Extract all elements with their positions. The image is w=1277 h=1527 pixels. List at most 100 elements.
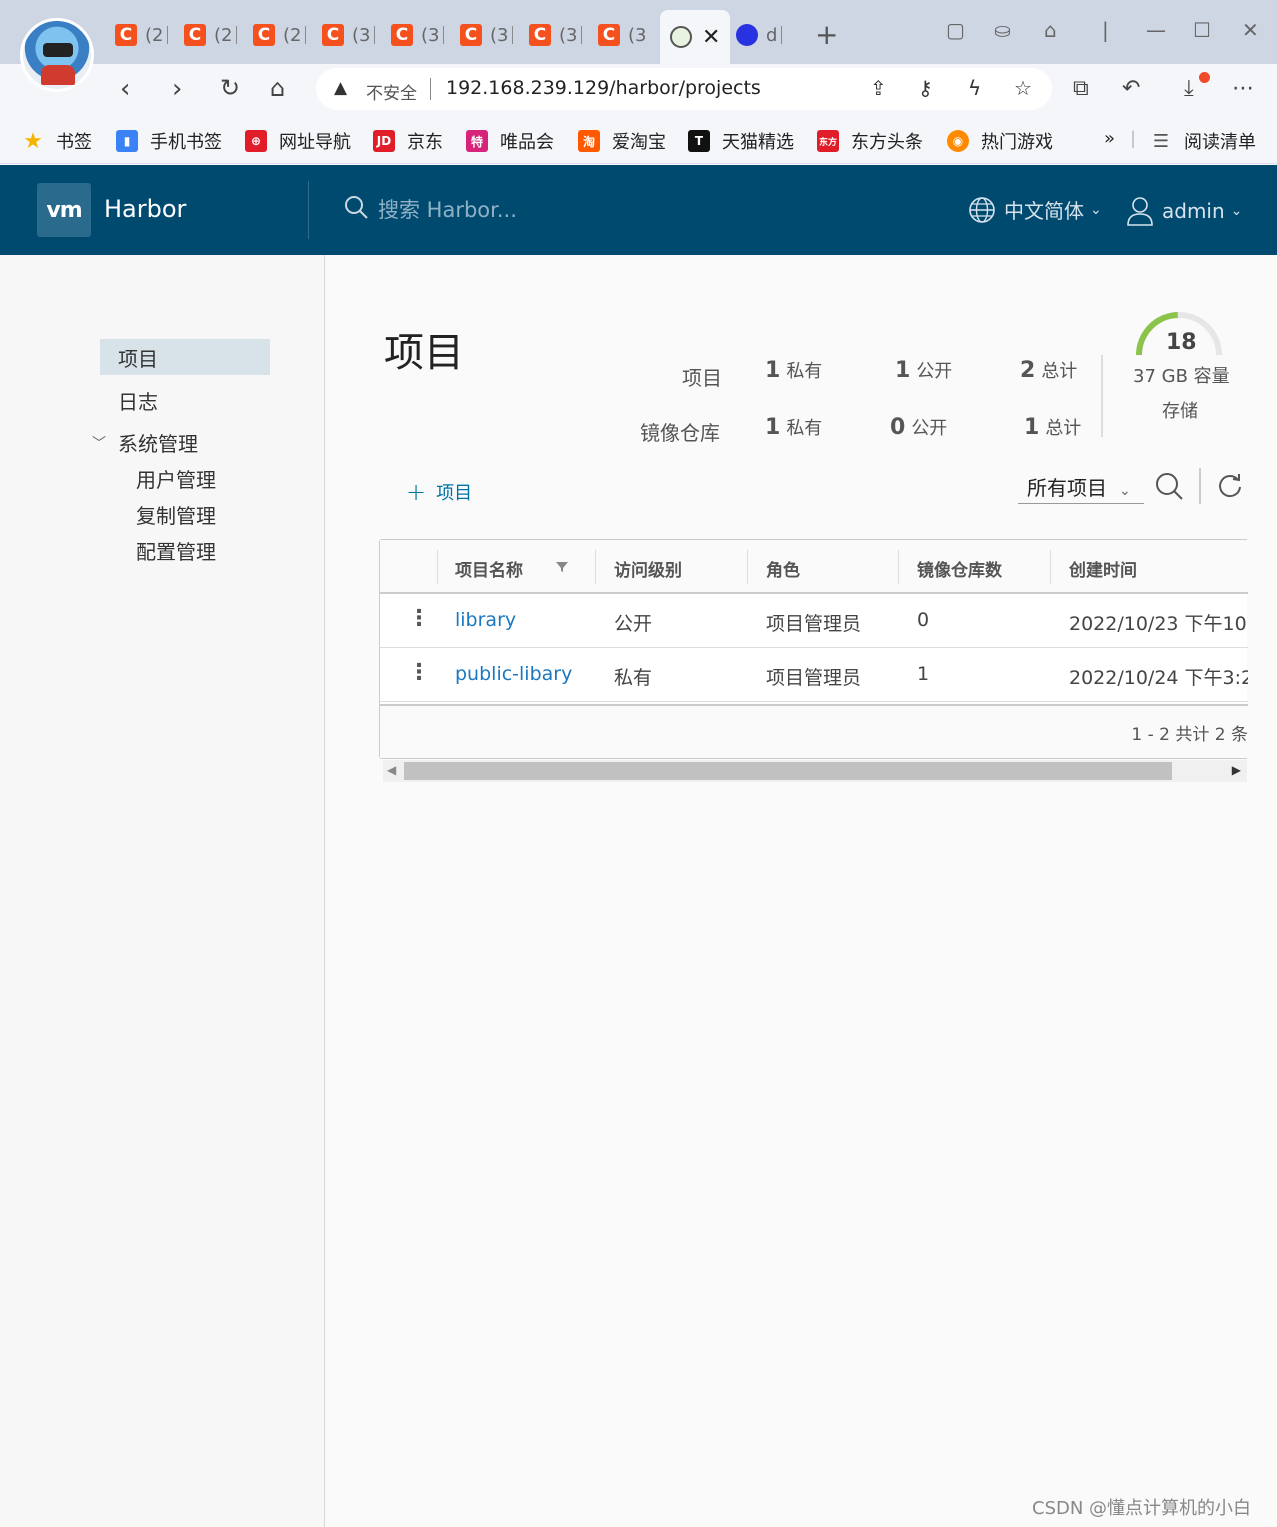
back-icon[interactable]: ‹ [120,74,130,104]
row-actions-icon[interactable]: ⋮ [408,662,430,684]
maximize-icon[interactable]: ☐ [1193,18,1211,42]
bookmark-item[interactable]: ⊕ 网址导航 [245,128,351,154]
table-row: ⋮ library 公开 项目管理员 0 2022/10/23 下午10: [380,594,1248,648]
browser-tab[interactable]: C (2 [115,20,169,50]
refresh-icon[interactable] [1216,470,1244,502]
bookmark-item[interactable]: 特唯品会 [466,128,554,154]
harbor-favicon-icon [670,26,692,48]
sidebar-item-configuration[interactable]: 配置管理 [136,536,216,565]
chevron-down-icon[interactable]: ﹀ [92,433,106,453]
project-name-link[interactable]: library [455,609,516,631]
column-header-role[interactable]: 角色 [766,556,800,581]
jd-icon: JD [373,130,395,152]
sidebar-item-users[interactable]: 用户管理 [136,464,216,493]
column-header-access[interactable]: 访问级别 [614,556,682,581]
extensions-icon[interactable]: ⧉ [1073,76,1089,101]
column-header-repo-count[interactable]: 镜像仓库数 [917,556,1002,581]
taobao-icon: 淘 [578,130,600,152]
new-tab-button[interactable]: + [815,18,838,51]
reload-icon[interactable]: ↻ [220,74,240,102]
tab-title: (3 [421,24,440,46]
browser-tab[interactable]: C (3 [322,20,376,50]
browser-tab[interactable]: C (3 [460,20,514,50]
user-menu[interactable]: admin ⌄ [1126,195,1242,227]
home-icon[interactable]: ⌂ [270,74,285,102]
table-footer: 1 - 2 共计 2 条 [380,704,1248,758]
lightning-icon[interactable]: ϟ [968,76,981,100]
filter-icon[interactable] [555,561,569,573]
download-icon[interactable]: ⤓ [1184,76,1194,101]
reading-list-button[interactable]: ☰ 阅读清单 [1150,128,1256,154]
incognito-icon[interactable]: ⛀ [994,18,1011,42]
browser-tab-active[interactable]: ✕ [660,10,731,64]
user-icon [1127,197,1153,226]
bookmark-item[interactable]: 淘爱淘宝 [578,128,666,154]
summary-divider [1101,355,1103,437]
star-icon[interactable]: ☆ [1014,76,1032,100]
browser-tab[interactable]: C (3 [529,20,583,50]
header-divider [308,181,309,239]
sidebar-item-administration[interactable]: 系统管理 [118,428,198,457]
column-header-name[interactable]: 项目名称 [455,556,523,581]
scroll-right-icon[interactable]: ▶ [1232,763,1241,777]
tab-count-icon[interactable]: ▢ [946,18,965,42]
brand-title[interactable]: Harbor [104,195,186,223]
more-menu-icon[interactable]: ⋯ [1232,76,1254,101]
sidebar-item-replications[interactable]: 复制管理 [136,500,216,529]
repo-count: 1 [917,663,930,685]
role: 项目管理员 [766,613,862,635]
close-window-icon[interactable]: ✕ [1242,18,1259,42]
browser-tab[interactable]: C (3 [391,20,445,50]
profile-avatar[interactable] [20,18,94,92]
add-project-button[interactable]: + 项目 [406,478,472,506]
horizontal-scrollbar[interactable]: ◀ ▶ [383,760,1247,782]
search-icon[interactable] [1154,470,1184,502]
scroll-left-icon[interactable]: ◀ [387,763,396,777]
browser-tab[interactable]: d [736,20,783,50]
bookmark-label: 天猫精选 [722,132,794,153]
storage-label: 存储 [1162,401,1198,422]
storage-capacity: 37 GB 容量 [1133,366,1230,387]
bookmark-label: 书签 [56,132,92,153]
url-text[interactable]: 192.168.239.129/harbor/projects [446,77,761,99]
app-header: vm Harbor 中文简体 ⌄ admin ⌄ [0,165,1277,255]
add-project-label: 项目 [436,483,473,504]
language-selector[interactable]: 中文简体 ⌄ [968,195,1102,224]
bookmark-item[interactable]: JD 京东 [373,128,443,154]
shirt-icon[interactable]: ⌂ [1044,18,1057,42]
share-icon[interactable]: ⇪ [870,76,887,100]
summary-repos-label: 镜像仓库 [640,421,720,445]
bookmark-item[interactable]: T 天猫精选 [688,128,794,154]
scrollbar-thumb[interactable] [404,762,1172,780]
bookmark-item[interactable]: ★ 书签 [22,128,92,154]
csdn-favicon-icon: C [184,24,206,46]
key-icon[interactable]: ⚷ [918,76,933,100]
bookmark-item[interactable]: 东方 东方头条 [817,128,923,154]
project-filter-select[interactable]: 所有项目 ⌄ [1018,470,1144,504]
minimize-icon[interactable]: — [1146,18,1166,42]
bookmarks-more-button[interactable]: » [1104,128,1115,149]
row-actions-icon[interactable]: ⋮ [408,608,430,630]
toolbar-divider [1199,468,1201,504]
global-search-input[interactable] [378,193,678,227]
browser-tab[interactable]: C (2 [184,20,238,50]
bookmark-item[interactable]: ▮ 手机书签 [116,128,222,154]
sidebar-item-logs[interactable]: 日志 [118,386,158,415]
project-name-link[interactable]: public-libary [455,663,572,685]
undo-icon[interactable]: ↶ [1122,76,1140,101]
address-bar[interactable]: ▲ 不安全 192.168.239.129/harbor/projects ⇪ … [316,68,1052,110]
column-header-created[interactable]: 创建时间 [1069,556,1137,581]
table-row: ⋮ public-libary 私有 项目管理员 1 2022/10/24 下午… [380,648,1248,702]
dongfang-icon: 东方 [817,130,839,152]
sidebar-item-projects[interactable]: 项目 [118,343,158,372]
vmware-logo[interactable]: vm [37,183,91,237]
bookmark-item[interactable]: ◉ 热门游戏 [947,128,1053,154]
browser-tab[interactable]: C (3 [598,20,646,50]
forward-icon[interactable]: › [172,74,182,104]
browser-tab[interactable]: C (2 [253,20,307,50]
nav-site-icon: ⊕ [245,130,267,152]
globe-icon [969,196,995,223]
close-tab-icon[interactable]: ✕ [702,25,720,50]
table-header: 项目名称 访问级别 角色 镜像仓库数 创建时间 [380,540,1248,594]
projects-table: 项目名称 访问级别 角色 镜像仓库数 创建时间 ⋮ library 公开 项目管… [379,539,1248,759]
